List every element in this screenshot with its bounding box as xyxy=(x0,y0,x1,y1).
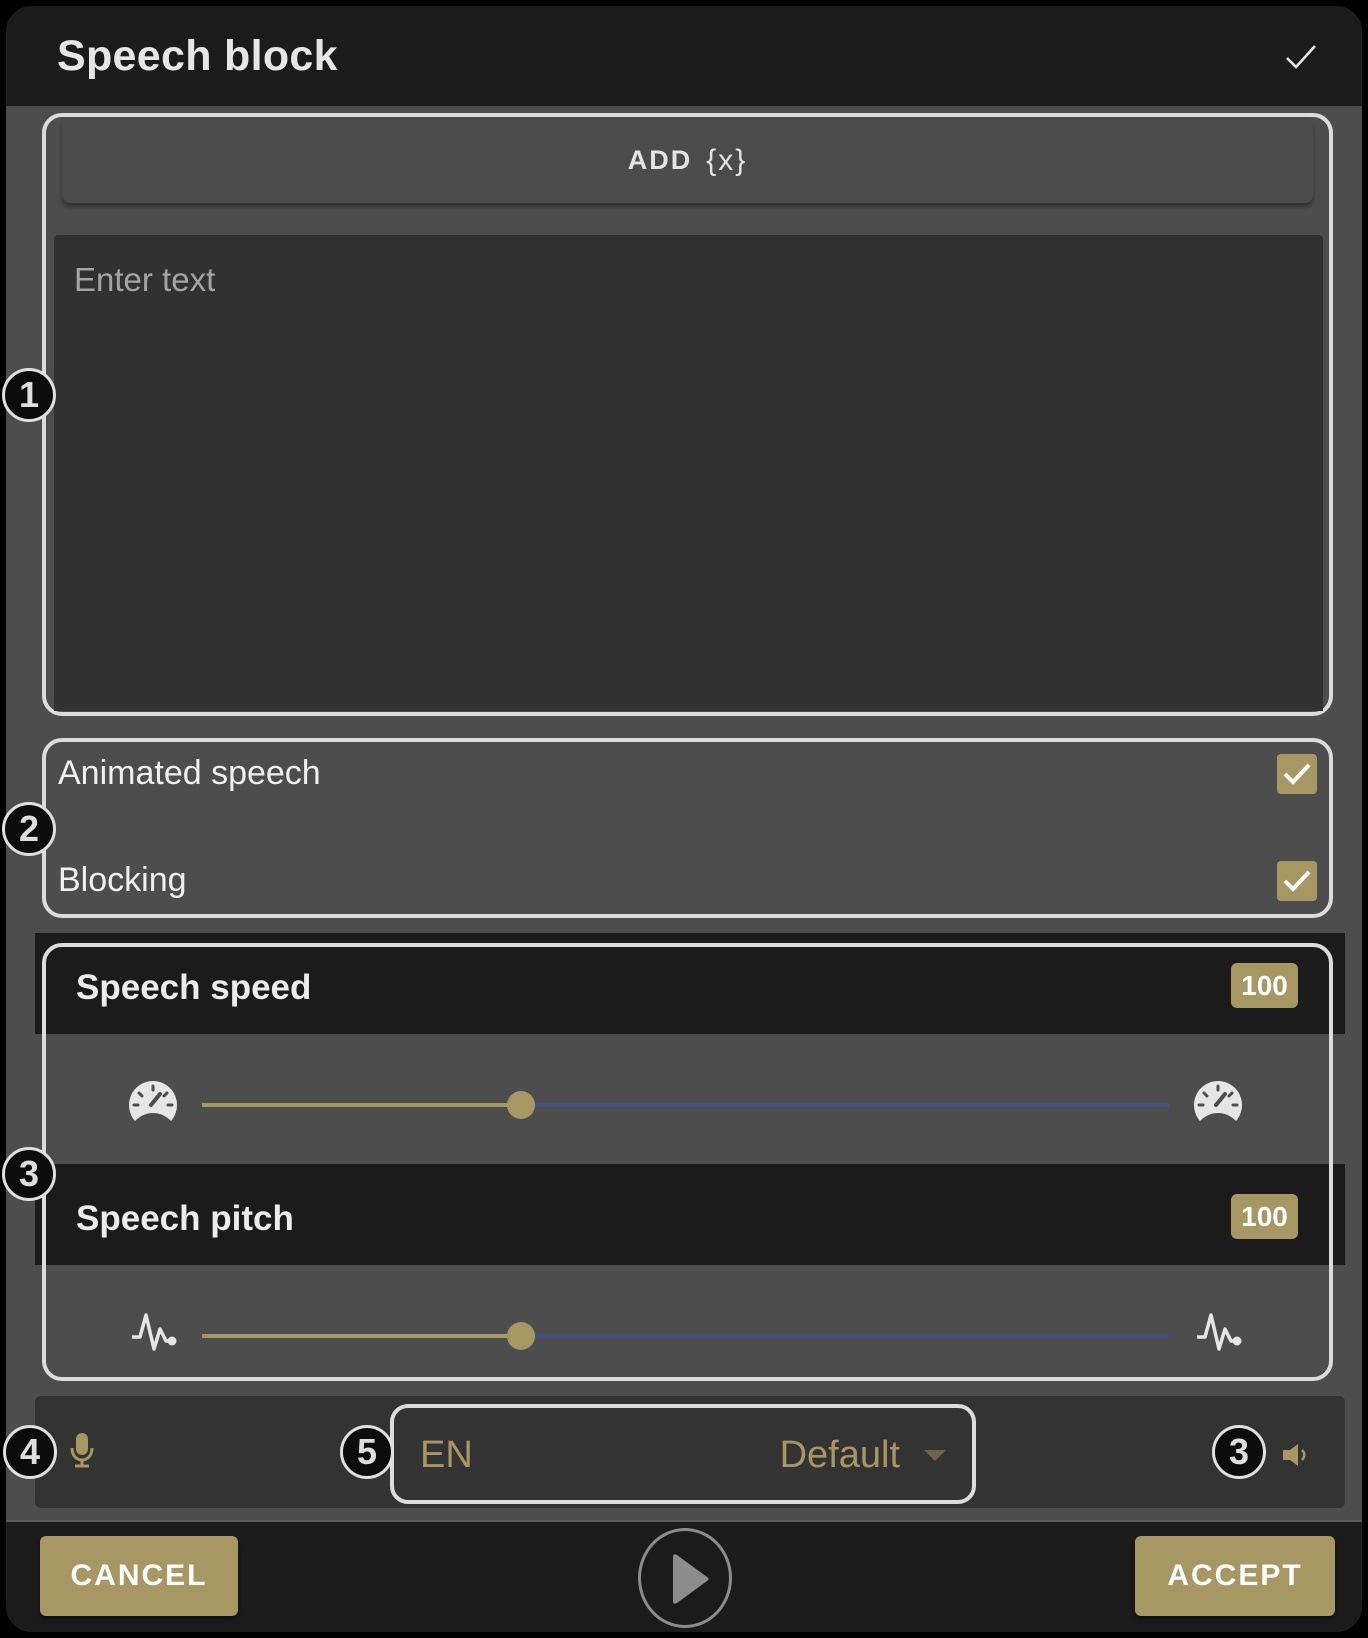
dialog-title: Speech block xyxy=(57,32,338,80)
blocking-checkbox[interactable] xyxy=(1277,861,1317,901)
dialog-header: Speech block xyxy=(6,6,1362,106)
callout-4: 4 xyxy=(3,1425,57,1479)
language-voice-select[interactable]: EN Default xyxy=(390,1404,976,1504)
checkmark-icon xyxy=(1283,763,1311,785)
blocking-label: Blocking xyxy=(58,861,187,899)
speech-speed-value: 100 xyxy=(1231,963,1298,1008)
cancel-button[interactable]: CANCEL xyxy=(40,1536,238,1616)
speech-speed-label: Speech speed xyxy=(76,968,312,1007)
speech-pitch-value: 100 xyxy=(1231,1194,1298,1239)
voice-params-group xyxy=(42,943,1333,1381)
voice-name: Default xyxy=(779,1434,900,1476)
play-button[interactable] xyxy=(638,1528,732,1628)
callout-2: 2 xyxy=(2,802,56,856)
callout-1: 1 xyxy=(2,368,56,422)
variable-icon: {x} xyxy=(706,143,748,177)
speech-text-input[interactable] xyxy=(54,235,1323,711)
callout-5: 5 xyxy=(340,1425,394,1479)
play-icon xyxy=(673,1554,709,1604)
language-code: EN xyxy=(420,1434,473,1476)
dropdown-caret-icon xyxy=(924,1450,946,1461)
checkmark-icon xyxy=(1283,870,1311,892)
callout-3: 3 xyxy=(2,1147,56,1201)
volume-icon[interactable] xyxy=(1281,1442,1309,1468)
microphone-icon[interactable] xyxy=(69,1432,95,1468)
check-icon[interactable] xyxy=(1284,42,1318,72)
add-button-label: ADD xyxy=(627,145,693,175)
speech-block-dialog: Speech block ADD {x} Animated speech Blo… xyxy=(6,6,1362,1632)
animated-speech-checkbox[interactable] xyxy=(1277,754,1317,794)
add-variable-button[interactable]: ADD {x} xyxy=(62,118,1313,203)
animated-speech-label: Animated speech xyxy=(58,754,321,792)
accept-button[interactable]: ACCEPT xyxy=(1135,1536,1335,1616)
speech-pitch-label: Speech pitch xyxy=(76,1199,294,1238)
callout-3-volume: 3 xyxy=(1212,1425,1266,1479)
